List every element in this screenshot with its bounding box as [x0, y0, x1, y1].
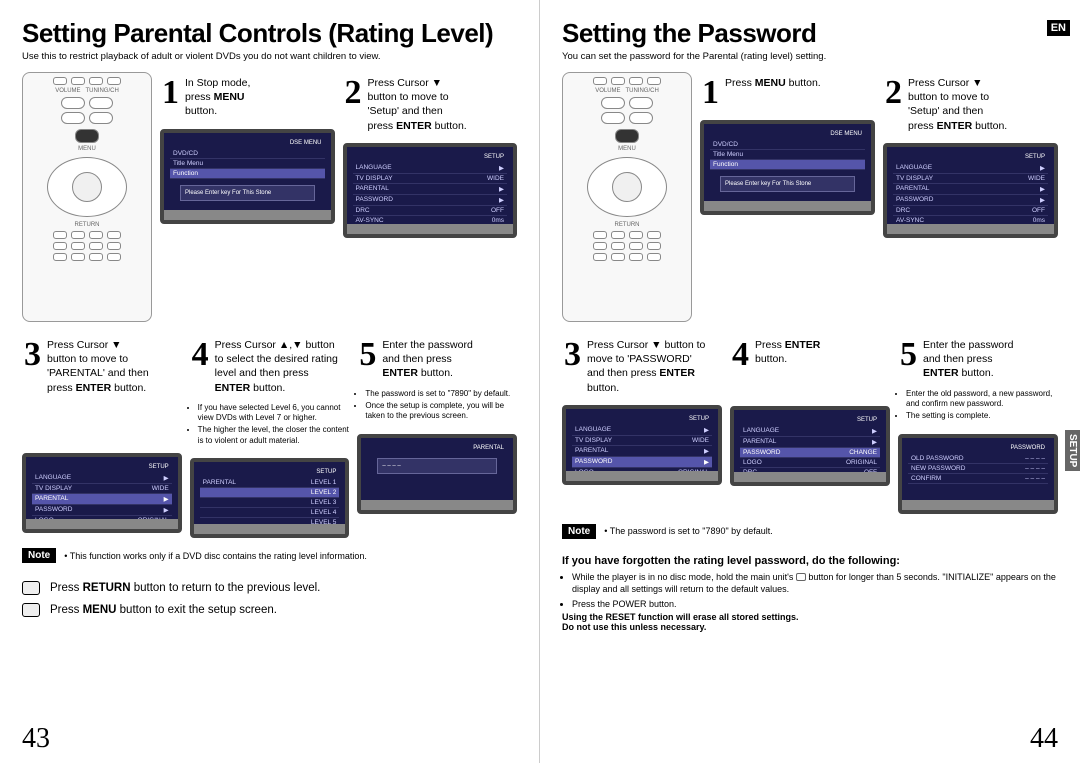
tv-screen: PASSWORD OLD PASSWORD– – – – NEW PASSWOR… [898, 434, 1058, 514]
tv-screen-step1: DSE MENU DVD/CD Title Menu Function Plea… [160, 129, 335, 224]
tv-screen-step5: PARENTAL – – – – [357, 434, 517, 514]
step-text: Press Cursor ▼ button to move to 'PARENT… [47, 338, 149, 395]
step-text: Press Cursor ▼ button to move to 'Setup'… [908, 76, 1007, 133]
note-row-right: Note • The password is set to "7890" by … [562, 524, 1058, 539]
step-number: 5 [359, 338, 376, 372]
page-title-left: Setting Parental Controls (Rating Level) [22, 18, 517, 49]
step-1: 1 Press MENU button. DSE MENU DVD/CD Tit… [700, 72, 875, 322]
step-text: Enter the password and then press ENTER … [923, 338, 1013, 381]
tv-screen: SETUP LANGUAGE▶ PARENTAL▶ PASSWORDCHANGE… [730, 406, 890, 486]
step-3: 3 Press Cursor ▼ button to move to 'PASS… [562, 334, 722, 514]
step-text: Press Cursor ▼ button to move to 'PASSWO… [587, 338, 705, 395]
reset-warning: Using the RESET function will erase all … [562, 612, 1058, 632]
language-badge: EN [1047, 20, 1070, 36]
step-number: 2 [885, 76, 902, 110]
step-4: 4 Press ENTER button. SETUP LANGUAGE▶ PA… [730, 334, 890, 514]
step-5: 5 Enter the password and then press ENTE… [357, 334, 517, 538]
step-number: 1 [702, 76, 719, 110]
tv-screen-step3: SETUP LANGUAGE▶ TV DISPLAYWIDE PARENTAL▶… [22, 453, 182, 533]
note-row-left: Note • This function works only if a DVD… [22, 548, 517, 563]
step5-notes: The password is set to "7890" by default… [357, 385, 517, 428]
step-number: 3 [564, 338, 581, 372]
step-2: 2 Press Cursor ▼ button to move to 'Setu… [883, 72, 1058, 322]
dpad-icon [47, 157, 127, 217]
step-1: 1 In Stop mode, press MENU button. DSE M… [160, 72, 335, 322]
page-title-right: Setting the Password [562, 18, 1058, 49]
return-button-icon [22, 581, 40, 595]
footer-menu: Press MENU button to exit the setup scre… [22, 603, 517, 617]
step-text: Press ENTER button. [755, 338, 820, 366]
remote-control-illustration: VOLUME TUNING/CH MENU RETURN [22, 72, 152, 322]
forgot-password-heading: If you have forgotten the rating level p… [562, 555, 1058, 567]
remote-control-illustration: VOLUME TUNING/CH MENU RETURN [562, 72, 692, 322]
step-4: 4 Press Cursor ▲,▼ button to select the … [190, 334, 350, 538]
step-number: 1 [162, 76, 179, 110]
step-text: Enter the password and then press ENTER … [382, 338, 472, 381]
step-text: Press Cursor ▼ button to move to 'Setup'… [368, 76, 467, 133]
tv-screen: SETUP LANGUAGE▶ TV DISPLAYWIDE PARENTAL▶… [883, 143, 1058, 238]
tv-screen: SETUP LANGUAGE▶ TV DISPLAYWIDE PARENTAL▶… [562, 405, 722, 485]
tv-screen-step4: SETUP PARENTALLEVEL 1 LEVEL 2 LEVEL 3 LE… [190, 458, 350, 538]
step4-notes: If you have selected Level 6, you cannot… [190, 399, 350, 453]
note-badge: Note [562, 524, 596, 539]
menu-button-icon [22, 603, 40, 617]
step-number: 5 [900, 338, 917, 372]
page-number: 43 [22, 723, 50, 755]
stop-button-icon [796, 573, 806, 581]
step-text: Press Cursor ▲,▼ button to select the de… [215, 338, 338, 395]
step-2: 2 Press Cursor ▼ button to move to 'Setu… [343, 72, 518, 322]
tv-screen: DSE MENU DVD/CD Title Menu Function Plea… [700, 120, 875, 215]
step-text: In Stop mode, press MENU button. [185, 76, 250, 119]
step-number: 3 [24, 338, 41, 372]
page-44: EN SETUP Setting the Password You can se… [540, 0, 1080, 763]
page-subtitle-right: You can set the password for the Parenta… [562, 51, 1058, 62]
step-number: 2 [345, 76, 362, 110]
page-43: Setting Parental Controls (Rating Level)… [0, 0, 540, 763]
note-badge: Note [22, 548, 56, 563]
page-subtitle-left: Use this to restrict playback of adult o… [22, 51, 517, 62]
forgot-password-list: While the player is in no disc mode, hol… [562, 571, 1058, 611]
tv-screen-step2: SETUP LANGUAGE▶ TV DISPLAYWIDE PARENTAL▶… [343, 143, 518, 238]
dpad-icon [587, 157, 667, 217]
footer-return: Press RETURN button to return to the pre… [22, 581, 517, 595]
step-3: 3 Press Cursor ▼ button to move to 'PARE… [22, 334, 182, 538]
step-number: 4 [732, 338, 749, 372]
step5-notes: Enter the old password, a new password, … [898, 385, 1058, 428]
setup-tab: SETUP [1065, 430, 1080, 471]
step-text: Press MENU button. [725, 76, 821, 90]
step-5: 5 Enter the password and then press ENTE… [898, 334, 1058, 514]
step-number: 4 [192, 338, 209, 372]
page-number: 44 [1030, 723, 1058, 755]
